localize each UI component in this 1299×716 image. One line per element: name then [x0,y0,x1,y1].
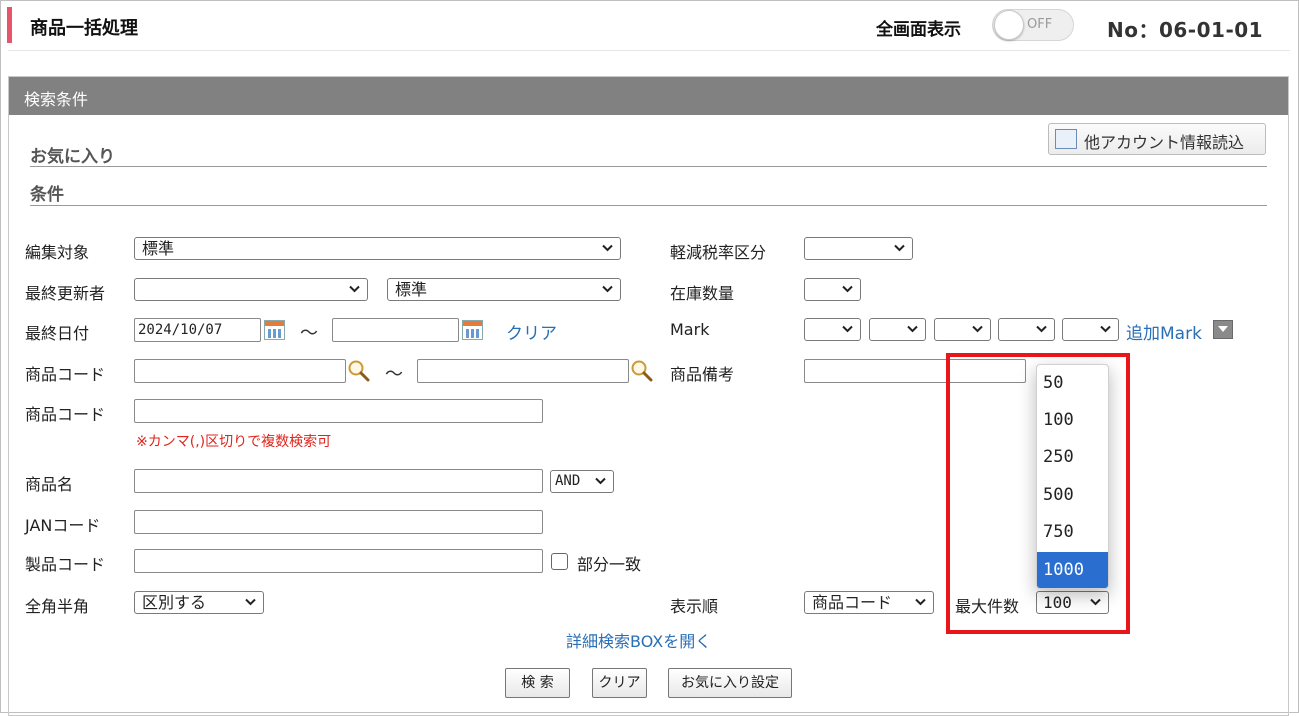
chevron-down-icon [915,598,926,606]
product-code-multi-input[interactable] [134,399,543,423]
mark-label: Mark [670,320,710,339]
jan-code-input[interactable] [134,510,543,534]
chevron-down-icon [842,285,853,293]
product-code-note: ※カンマ(,)区切りで複数検索可 [136,434,332,450]
last-updater-label: 最終更新者 [25,284,106,303]
edit-target-value: 標準 [142,239,175,258]
last-updater-type-select[interactable]: 標準 [387,278,621,301]
search-button[interactable]: 検 索 [505,668,570,698]
last-date-from-input[interactable]: 2024/10/07 [134,318,261,342]
sort-order-label: 表示順 [670,597,719,616]
open-detail-search-link[interactable]: 詳細検索BOXを開く [566,628,711,652]
calendar-icon[interactable] [462,320,483,340]
sort-order-value: 商品コード [812,593,893,612]
width-mode-value: 区別する [142,593,207,612]
last-date-to-input[interactable] [332,318,459,342]
toggle-state-text: OFF [1027,17,1053,32]
mark-select-2[interactable] [869,318,926,341]
chevron-down-icon [972,325,983,333]
calendar-icon[interactable] [264,320,285,340]
page-title: 商品一括処理 [30,18,138,39]
chevron-down-icon [907,325,918,333]
width-mode-select[interactable]: 区別する [134,591,264,614]
expand-down-icon[interactable] [1213,320,1233,339]
sort-order-select[interactable]: 商品コード [804,591,934,614]
search-panel-header [9,77,1288,115]
product-name-input[interactable] [134,469,543,493]
mark-select-5[interactable] [1062,318,1119,341]
product-name-label: 商品名 [25,475,74,494]
width-mode-label: 全角半角 [25,597,90,616]
stock-qty-select[interactable] [804,278,861,301]
search-panel-title: 検索条件 [24,90,89,109]
mark-select-4[interactable] [998,318,1055,341]
last-updater-type-value: 標準 [395,280,428,299]
annotation-highlight-box [946,353,1130,634]
last-date-label: 最終日付 [25,324,90,343]
chevron-down-icon [1100,325,1111,333]
edit-target-select[interactable]: 標準 [134,237,621,260]
title-accent-bar [7,7,12,43]
search-icon[interactable] [630,359,654,383]
add-mark-link[interactable]: 追加Mark [1126,319,1202,344]
stock-qty-label: 在庫数量 [670,284,735,303]
maker-code-input[interactable] [134,549,543,573]
mark-select-1[interactable] [804,318,861,341]
conditions-divider [30,205,1267,206]
clear-button[interactable]: クリア [592,668,647,698]
date-range-tilde: ～ [300,323,318,344]
edit-target-label: 編集対象 [25,243,90,262]
reduced-tax-label: 軽減税率区分 [670,243,767,262]
product-code-range-label: 商品コード [25,365,106,384]
account-card-icon [1055,129,1077,149]
screen-number: No：06-01-01 [1107,18,1264,42]
last-updater-select[interactable] [134,278,368,301]
chevron-down-icon [595,477,606,485]
conditions-heading: 条件 [30,185,64,205]
favorites-heading: お気に入り [30,147,115,167]
chevron-down-icon [894,244,905,252]
reduced-tax-select[interactable] [804,237,913,260]
chevron-down-icon [842,325,853,333]
chevron-down-icon [245,598,256,606]
product-code-from-input[interactable] [134,359,346,383]
chevron-down-icon [602,244,613,252]
partial-match-label: 部分一致 [577,555,642,574]
product-code-to-input[interactable] [417,359,629,383]
jan-code-label: JANコード [25,516,101,535]
product-code-tilde: ～ [385,364,403,385]
partial-match-checkbox[interactable] [551,553,568,570]
product-name-operator-select[interactable]: AND [550,470,614,493]
toggle-knob[interactable] [994,10,1024,40]
chevron-down-icon [602,285,613,293]
product-name-operator-value: AND [555,473,581,489]
maker-code-label: 製品コード [25,555,106,574]
search-icon[interactable] [347,359,371,383]
mark-select-3[interactable] [934,318,991,341]
chevron-down-icon [349,285,360,293]
product-memo-label: 商品備考 [670,365,735,384]
chevron-down-icon [1036,325,1047,333]
favorite-settings-button[interactable]: お気に入り設定 [668,668,792,698]
product-code-multi-label: 商品コード [25,405,106,424]
header-divider [8,50,1290,51]
favorites-divider [30,166,1267,167]
date-clear-link[interactable]: クリア [506,319,557,344]
fullscreen-label: 全画面表示 [876,20,961,40]
other-account-button-label: 他アカウント情報読込 [1084,133,1245,152]
